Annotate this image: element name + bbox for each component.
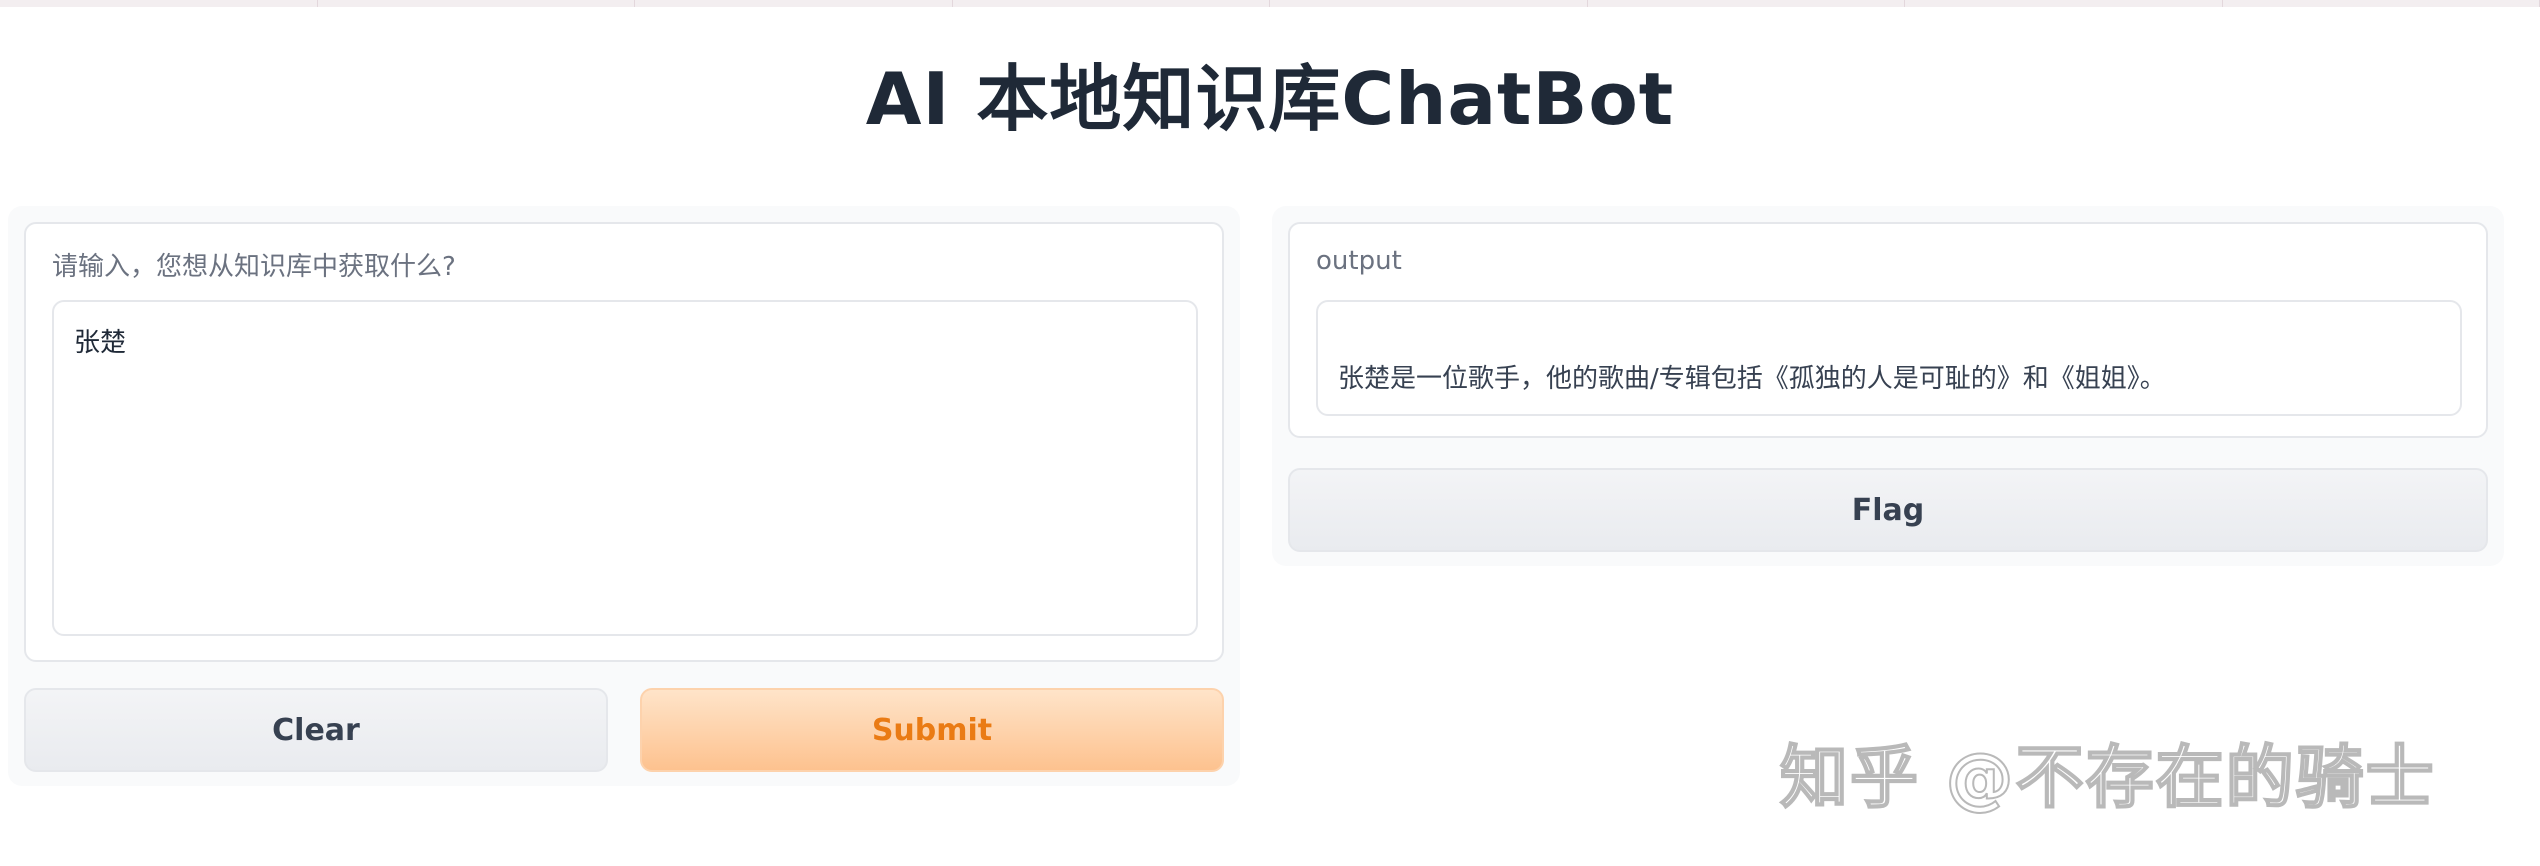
tab-strip-segment <box>635 0 953 7</box>
flag-button[interactable]: Flag <box>1288 468 2488 552</box>
input-label: 请输入，您想从知识库中获取什么? <box>52 252 456 282</box>
clear-button[interactable]: Clear <box>24 688 608 772</box>
page-title: AI 本地知识库ChatBot <box>865 57 1675 141</box>
tab-strip-segment <box>0 0 318 7</box>
tab-strip-segment <box>1270 0 1588 7</box>
tab-strip-segment <box>318 0 635 7</box>
input-panel: 请输入，您想从知识库中获取什么? 张楚 Clear Submit <box>8 206 1240 786</box>
tab-strip-segment <box>2223 0 2540 7</box>
browser-tab-strip <box>0 0 2540 7</box>
input-block: 请输入，您想从知识库中获取什么? 张楚 <box>24 222 1224 662</box>
tab-strip-segment <box>1905 0 2223 7</box>
tab-strip-segment <box>953 0 1270 7</box>
tab-strip-segment <box>1588 0 1905 7</box>
output-label: output <box>1316 246 1402 276</box>
output-panel: output 张楚是一位歌手，他的歌曲/专辑包括《孤独的人是可耻的》和《姐姐》。… <box>1272 206 2504 566</box>
output-block: output 张楚是一位歌手，他的歌曲/专辑包括《孤独的人是可耻的》和《姐姐》。 <box>1288 222 2488 438</box>
output-textbox[interactable]: 张楚是一位歌手，他的歌曲/专辑包括《孤独的人是可耻的》和《姐姐》。 <box>1316 300 2462 416</box>
watermark-text: 知乎 @不存在的骑士 <box>1779 738 2436 819</box>
question-textarea[interactable]: 张楚 <box>52 300 1198 636</box>
submit-button[interactable]: Submit <box>640 688 1224 772</box>
